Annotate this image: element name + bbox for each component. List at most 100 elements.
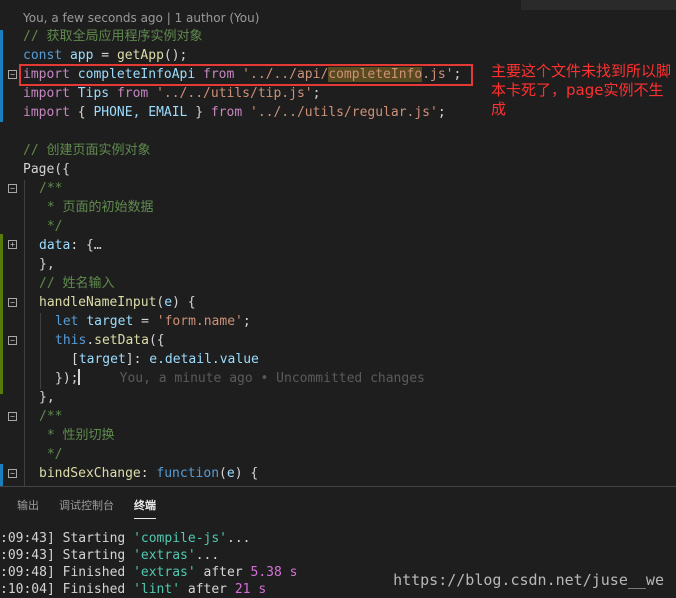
fold-collapse-icon[interactable]: − [8, 469, 17, 478]
comment: * 性别切换 [39, 428, 115, 443]
code-line-17[interactable]: this.setData({ [55, 331, 165, 350]
code-line-14[interactable]: // 姓名输入 [39, 274, 114, 293]
bottom-panel: 输出 调试控制台 终端 :09:43] Starting 'compile-js… [0, 486, 676, 597]
terminal-line: :10:04] Finished 'lint' after 21 s [0, 581, 266, 598]
comment: // 姓名输入 [39, 276, 115, 291]
code-line-10[interactable]: * 页面的初始数据 [39, 198, 154, 217]
task-name: 'compile-js' [133, 531, 227, 546]
git-modified-indicator [0, 464, 3, 486]
code-line-8[interactable]: Page({ [23, 160, 70, 179]
identifier: target [86, 314, 134, 329]
comment: /** [39, 181, 63, 196]
task-name: 'extras' [133, 548, 196, 563]
terminal-line: :09:43] Starting 'compile-js'... [0, 530, 250, 547]
code-line-23[interactable]: */ [39, 445, 63, 464]
fold-collapse-icon[interactable]: − [8, 412, 17, 421]
code-line-21[interactable]: /** [39, 407, 62, 426]
text-cursor [78, 369, 81, 385]
code-text: }, [39, 257, 55, 272]
code-line-13[interactable]: }, [39, 255, 55, 274]
annotation-note: 主要这个文件未找到所以脚本卡死了，page实例不生成 [491, 62, 672, 118]
duration: 5.38 s [250, 565, 298, 580]
timestamp: :09:48] [0, 565, 55, 580]
code-line-19[interactable]: }); You, a minute ago • Uncommitted chan… [55, 369, 425, 388]
keyword: let [55, 314, 79, 329]
parameter: e [164, 295, 173, 310]
git-modified-indicator [0, 30, 3, 122]
code-line-11[interactable]: */ [39, 217, 63, 236]
code-text: }, [39, 390, 55, 405]
keyword: from [116, 86, 149, 101]
timestamp: :09:43] [0, 548, 55, 563]
minimap-shade [521, 0, 676, 10]
function-name: bindSexChange [39, 466, 141, 481]
code-line-7[interactable]: // 创建页面实例对象 [23, 141, 150, 160]
watermark: https://blog.csdn.net/juse__we [393, 571, 664, 589]
keyword: import [23, 86, 70, 101]
expression: e.detail.value [149, 352, 259, 367]
code-line-18[interactable]: [target]: e.detail.value [71, 350, 259, 369]
fold-collapse-icon[interactable]: − [8, 336, 17, 345]
timestamp: :09:43] [0, 531, 55, 546]
duration: 21 s [234, 582, 267, 597]
keyword: this [55, 333, 87, 348]
terminal-line: :09:48] Finished 'extras' after 5.38 s [0, 564, 297, 581]
comment: * 页面的初始数据 [39, 200, 154, 215]
keyword: from [210, 105, 243, 120]
codelens-blame-header[interactable]: You, a few seconds ago | 1 author (You) [23, 11, 259, 25]
log-tail: after [187, 582, 228, 597]
keyword: const [23, 48, 63, 63]
comment: /** [39, 409, 63, 424]
code-line-9[interactable]: /** [39, 179, 62, 198]
code-line-24[interactable]: bindSexChange: function(e) { [39, 464, 258, 483]
property-key: data [39, 238, 71, 253]
code-line-1[interactable]: // 获取全局应用程序实例对象 [23, 27, 202, 46]
inline-git-blame: You, a minute ago • Uncommitted changes [119, 371, 425, 386]
code-text: }); [55, 371, 79, 386]
log-verb: Finished [62, 582, 126, 597]
fold-expand-icon[interactable]: + [8, 240, 17, 249]
code-line-2[interactable]: const app = getApp(); [23, 46, 187, 65]
code-line-15[interactable]: handleNameInput(e) { [39, 293, 196, 312]
log-tail: after [203, 565, 243, 580]
code-line-5[interactable]: import { PHONE, EMAIL } from '../../util… [23, 103, 446, 122]
fold-collapse-icon[interactable]: − [8, 298, 17, 307]
comment: */ [39, 219, 63, 234]
log-verb: Finished [62, 565, 126, 580]
timestamp: :10:04] [0, 582, 55, 597]
highlight-box [19, 64, 473, 86]
code-line-20[interactable]: }, [39, 388, 55, 407]
parameter: e [226, 466, 235, 481]
log-verb: Starting [62, 548, 126, 563]
code-line-16[interactable]: let target = 'form.name'; [55, 312, 251, 331]
code-line-4[interactable]: import Tips from '../../utils/tip.js'; [23, 84, 320, 103]
fold-collapse-icon[interactable]: − [8, 70, 17, 79]
identifier: PHONE, EMAIL [93, 105, 188, 120]
string: '../../utils/regular.js' [250, 105, 438, 120]
keyword: function [156, 466, 220, 481]
identifier: app [69, 48, 94, 63]
panel-tabs: 输出 调试控制台 终端 [0, 487, 676, 521]
tab-output[interactable]: 输出 [17, 497, 39, 513]
tab-debug-console[interactable]: 调试控制台 [59, 497, 114, 513]
comment: // 获取全局应用程序实例对象 [23, 29, 203, 44]
log-tail: ... [195, 548, 220, 563]
function-name: setData [94, 333, 149, 348]
folded-block[interactable]: : {… [70, 238, 101, 253]
tab-terminal[interactable]: 终端 [134, 497, 156, 519]
task-name: 'extras' [133, 565, 196, 580]
code-line-12[interactable]: data: {… [39, 236, 102, 255]
code-text: Page({ [23, 162, 70, 177]
indent-guide [24, 180, 25, 486]
function-name: getApp [116, 48, 164, 63]
fold-collapse-icon[interactable]: − [8, 184, 17, 193]
function-name: handleNameInput [39, 295, 157, 310]
comment: // 创建页面实例对象 [23, 143, 151, 158]
comment: */ [39, 447, 63, 462]
indent-guide [40, 313, 41, 389]
code-editor[interactable]: You, a few seconds ago | 1 author (You) … [0, 0, 676, 486]
code-line-22[interactable]: * 性别切换 [39, 426, 115, 445]
identifier: target [78, 352, 126, 367]
log-tail: ... [227, 531, 251, 546]
keyword: import [23, 105, 70, 120]
